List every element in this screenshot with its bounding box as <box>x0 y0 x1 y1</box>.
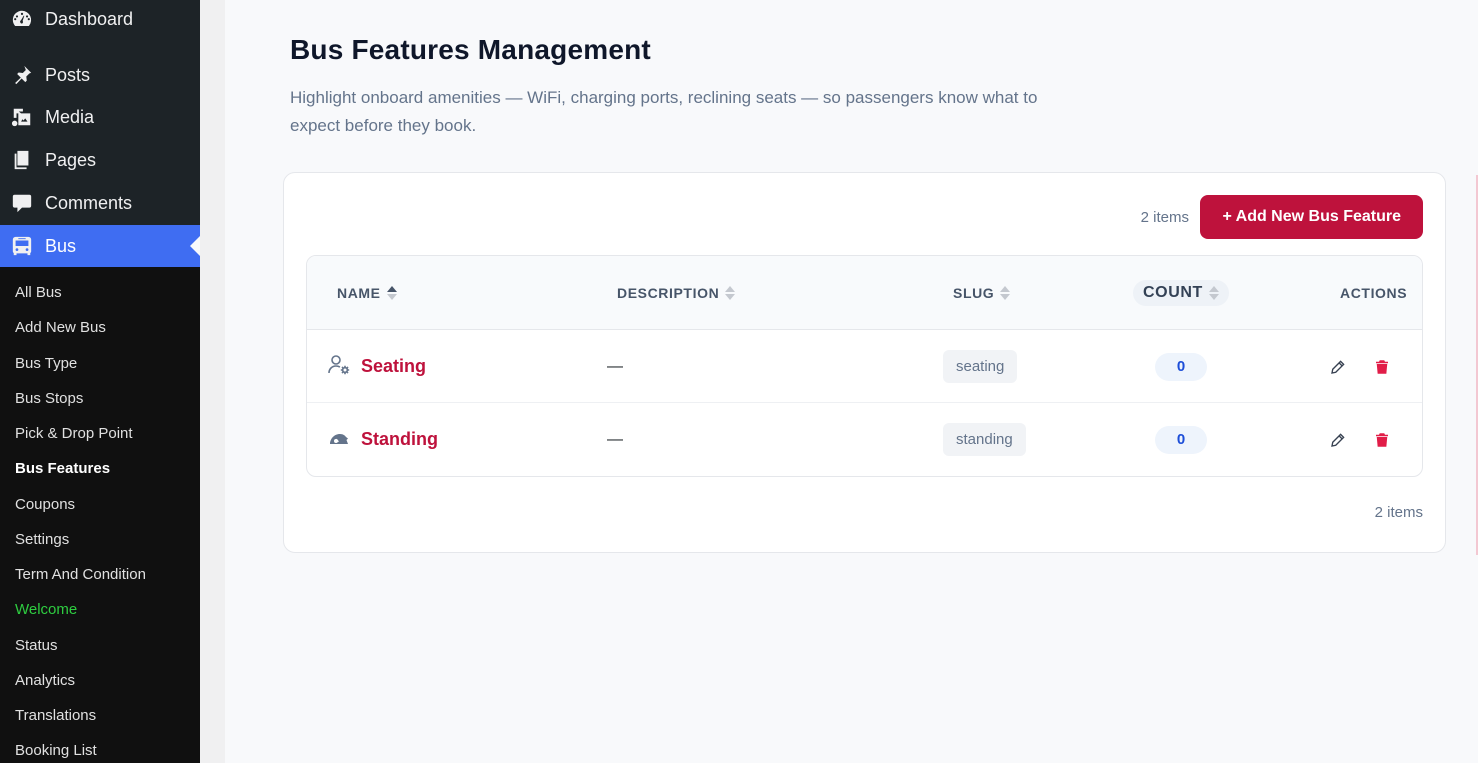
menu-label-posts: Posts <box>45 64 91 85</box>
table-header: NAME DESCRIPTION SLUG COUNT ACTIONS <box>307 256 1422 330</box>
submenu-welcome[interactable]: Welcome <box>15 599 77 621</box>
submenu-booking-list[interactable]: Booking List <box>15 740 97 762</box>
menu-item-dashboard[interactable]: Dashboard <box>0 0 200 38</box>
delete-trash-icon[interactable] <box>1371 356 1393 378</box>
media-icon <box>11 106 33 128</box>
feature-count: 0 <box>1155 425 1207 454</box>
admin-sidebar: Dashboard Posts Media Pages Comments Bus… <box>0 0 200 763</box>
menu-label-comments: Comments <box>45 192 133 213</box>
submenu-status[interactable]: Status <box>15 635 58 657</box>
column-header-slug[interactable]: SLUG <box>953 256 1011 330</box>
features-table: NAME DESCRIPTION SLUG COUNT ACTIONS Seat… <box>306 255 1423 477</box>
submenu-analytics[interactable]: Analytics <box>15 670 75 692</box>
add-new-bus-feature-button[interactable]: + Add New Bus Feature <box>1200 195 1423 239</box>
bus-submenu: All Bus Add New Bus Bus Type Bus Stops P… <box>0 267 200 763</box>
menu-item-comments[interactable]: Comments <box>0 182 200 224</box>
sort-icon <box>1208 286 1219 300</box>
feature-slug: seating <box>943 350 1018 383</box>
submenu-coupons[interactable]: Coupons <box>15 494 75 516</box>
submenu-settings[interactable]: Settings <box>15 529 69 551</box>
feature-count: 0 <box>1155 352 1207 381</box>
feature-description: — <box>607 357 623 375</box>
submenu-translations[interactable]: Translations <box>15 705 96 727</box>
column-header-count[interactable]: COUNT <box>1133 256 1229 330</box>
menu-item-posts[interactable]: Posts <box>0 54 200 96</box>
reclining-seat-icon <box>327 425 351 454</box>
submenu-all-bus[interactable]: All Bus <box>15 282 62 304</box>
column-header-name[interactable]: NAME <box>337 256 397 330</box>
pages-icon <box>11 149 33 171</box>
features-card: 2 items + Add New Bus Feature NAME DESCR… <box>283 172 1446 553</box>
feature-name-link[interactable]: Seating <box>361 356 426 377</box>
menu-label-dashboard: Dashboard <box>45 8 134 29</box>
feature-slug: standing <box>943 423 1026 456</box>
column-header-description[interactable]: DESCRIPTION <box>617 256 736 330</box>
menu-item-pages[interactable]: Pages <box>0 139 200 181</box>
bus-icon <box>11 235 33 257</box>
pushpin-icon <box>11 64 33 86</box>
menu-label-bus: Bus <box>45 235 77 256</box>
table-row: Standing — standing 0 <box>307 403 1422 476</box>
feature-description: — <box>607 430 623 448</box>
dashboard-icon <box>11 8 33 30</box>
submenu-term-and-condition[interactable]: Term And Condition <box>15 564 146 586</box>
content-gutter <box>200 0 225 763</box>
feature-name-link[interactable]: Standing <box>361 429 438 450</box>
menu-label-media: Media <box>45 106 95 127</box>
edit-pencil-icon[interactable] <box>1327 356 1349 378</box>
page-description: Highlight onboard amenities — WiFi, char… <box>290 88 1038 135</box>
submenu-add-new-bus[interactable]: Add New Bus <box>15 317 106 339</box>
comment-icon <box>11 192 33 214</box>
item-count-bottom: 2 items <box>1374 504 1423 521</box>
submenu-bus-type[interactable]: Bus Type <box>15 353 77 375</box>
edit-pencil-icon[interactable] <box>1327 429 1349 451</box>
item-count-top: 2 items <box>1140 209 1189 226</box>
sort-icon <box>386 286 397 300</box>
menu-label-pages: Pages <box>45 149 97 170</box>
submenu-bus-features[interactable]: Bus Features <box>15 458 110 480</box>
sort-icon <box>1000 286 1011 300</box>
user-gear-icon <box>327 352 351 381</box>
column-header-actions: ACTIONS <box>1340 285 1408 301</box>
submenu-bus-stops[interactable]: Bus Stops <box>15 388 83 410</box>
sort-icon <box>725 286 736 300</box>
menu-item-media[interactable]: Media <box>0 96 200 138</box>
table-row: Seating — seating 0 <box>307 330 1422 403</box>
page-title: Bus Features Management <box>290 34 651 65</box>
submenu-pick-drop-point[interactable]: Pick & Drop Point <box>15 423 133 445</box>
delete-trash-icon[interactable] <box>1371 429 1393 451</box>
menu-item-bus[interactable]: Bus <box>0 225 200 267</box>
